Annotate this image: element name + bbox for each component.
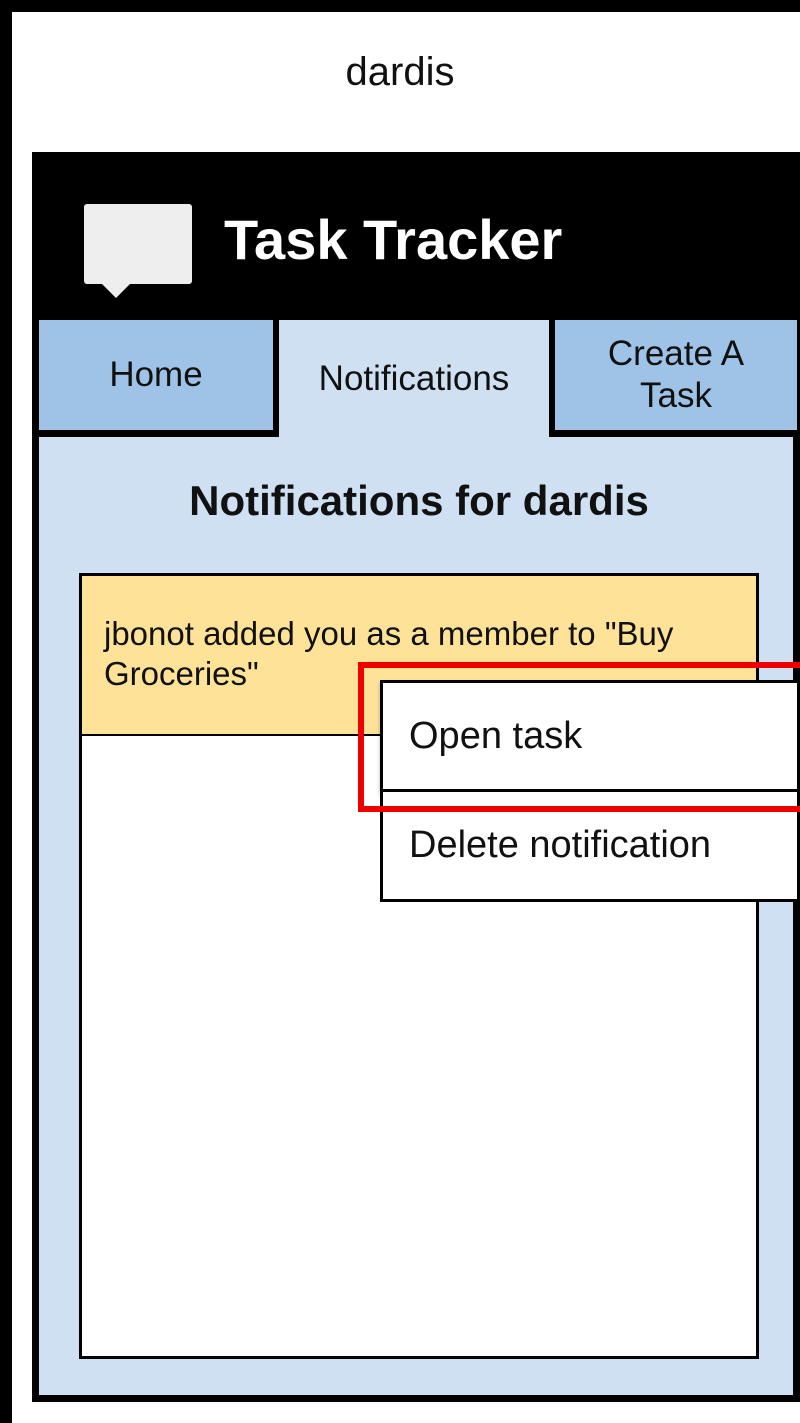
open-task-menu-item[interactable]: Open task bbox=[380, 680, 800, 792]
context-menu: Open task Delete notification bbox=[380, 680, 800, 902]
tab-create-a-task-label: Create A Task bbox=[607, 334, 745, 415]
tab-create-a-task[interactable]: Create A Task bbox=[552, 317, 800, 433]
app-title: Task Tracker bbox=[224, 208, 563, 271]
tab-home[interactable]: Home bbox=[36, 317, 276, 433]
tab-bar: Home Notifications Create A Task bbox=[36, 317, 800, 437]
notifications-panel: Notifications for dardis jbonot added yo… bbox=[36, 434, 796, 1398]
delete-notification-menu-item[interactable]: Delete notification bbox=[380, 792, 800, 902]
app-header: Task Tracker bbox=[32, 152, 800, 317]
speech-bubble-icon bbox=[84, 204, 192, 298]
current-username: dardis bbox=[345, 50, 455, 94]
tab-notifications[interactable]: Notifications bbox=[276, 317, 552, 437]
page-title: Notifications for dardis bbox=[189, 477, 649, 524]
